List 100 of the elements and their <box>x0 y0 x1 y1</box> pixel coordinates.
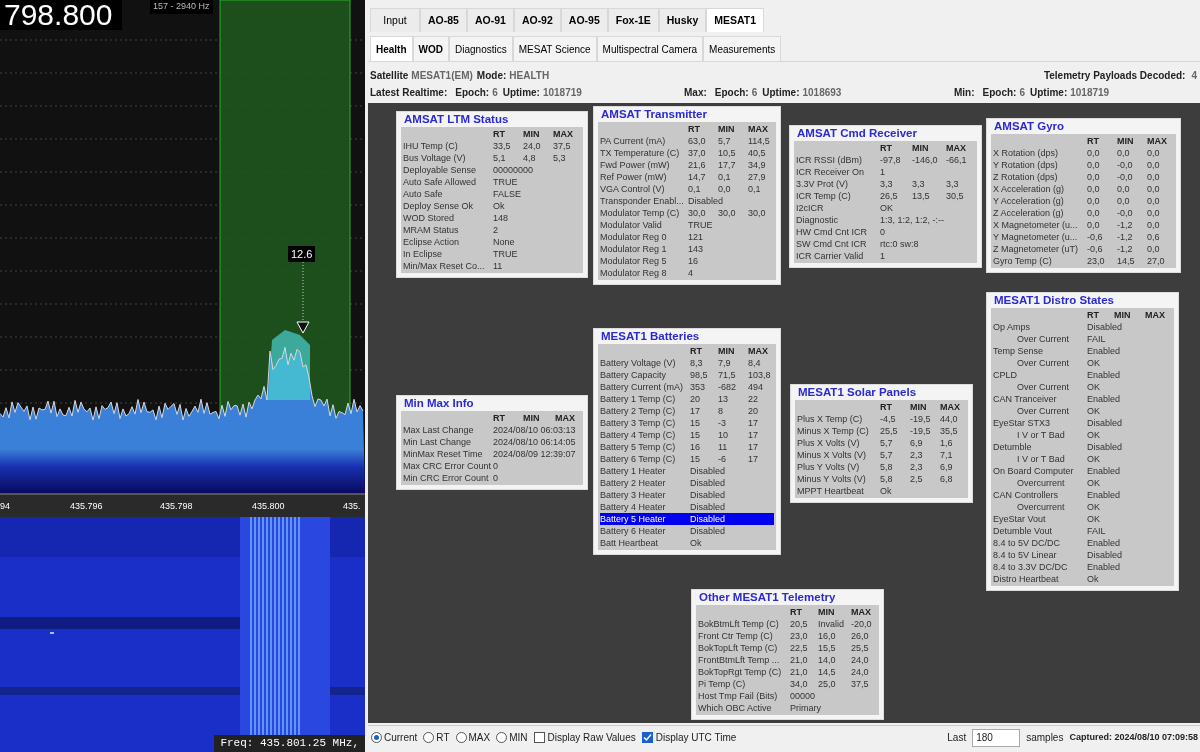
satellite-tab[interactable]: AO-95 <box>560 8 608 32</box>
table-row[interactable]: Pi Temp (C) 34,0 25,0 37,5 <box>698 678 877 690</box>
table-row[interactable]: ICR Temp (C) 26,5 13,5 30,5 <box>796 190 975 202</box>
table-row[interactable]: I2cICR OK <box>796 202 975 214</box>
table-row[interactable]: Auto Safe Allowed TRUE <box>403 176 581 188</box>
table-row[interactable]: Battery 4 Heater Disabled <box>600 501 774 513</box>
table-row[interactable]: Battery 6 Heater Disabled <box>600 525 774 537</box>
table-row[interactable]: CAN Controllers Enabled <box>993 489 1172 501</box>
satellite-tab[interactable]: AO-91 <box>466 8 514 32</box>
table-row[interactable]: Front Ctr Temp (C) 23,0 16,0 26,0 <box>698 630 877 642</box>
table-row[interactable]: Min/Max Reset Co... 11 <box>403 260 581 272</box>
table-row[interactable]: Y Magnetometer (u... -0,6 -1,2 0,6 <box>993 231 1174 243</box>
view-tab[interactable]: Diagnostics <box>449 36 513 61</box>
table-row[interactable]: Distro Heartbeat Ok <box>993 573 1172 585</box>
table-row[interactable]: Y Acceleration (g) 0,0 0,0 0,0 <box>993 195 1174 207</box>
table-row[interactable]: In Eclipse TRUE <box>403 248 581 260</box>
table-row[interactable]: X Acceleration (g) 0,0 0,0 0,0 <box>993 183 1174 195</box>
table-row[interactable]: BokTopLft Temp (C) 22,5 15,5 25,5 <box>698 642 877 654</box>
table-row[interactable]: Overcurrent OK <box>993 501 1172 513</box>
table-row[interactable]: I V or T Bad OK <box>993 453 1172 465</box>
table-row[interactable]: Plus Y Volts (V) 5,8 2,3 6,9 <box>797 461 966 473</box>
table-row[interactable]: ICR RSSI (dBm) -97,8 -146,0 -66,1 <box>796 154 975 166</box>
satellite-tab[interactable]: MESAT1 <box>706 8 765 32</box>
view-tab[interactable]: Health <box>370 36 413 61</box>
table-row[interactable]: WOD Stored 148 <box>403 212 581 224</box>
table-row[interactable]: Min Last Change 2024/08/10 06:14:05 <box>403 436 581 448</box>
table-row[interactable]: Ref Power (mW) 14,7 0,1 27,9 <box>600 171 774 183</box>
table-row[interactable]: FrontBtmLft Temp ... 21,0 14,0 24,0 <box>698 654 877 666</box>
table-row[interactable]: Y Rotation (dps) 0,0 -0,0 0,0 <box>993 159 1174 171</box>
table-row[interactable]: Auto Safe FALSE <box>403 188 581 200</box>
table-row[interactable]: Battery 6 Temp (C) 15 -6 17 <box>600 453 774 465</box>
table-row[interactable]: Min CRC Error Count 0 <box>403 472 581 484</box>
table-row[interactable]: Plus X Temp (C) -4,5 -19,5 44,0 <box>797 413 966 425</box>
table-row[interactable]: 3.3V Prot (V) 3,3 3,3 3,3 <box>796 178 975 190</box>
table-row[interactable]: Over Current OK <box>993 381 1172 393</box>
radio-option[interactable]: MIN <box>496 730 528 745</box>
table-row[interactable]: IHU Temp (C) 33,5 24,0 37,5 <box>403 140 581 152</box>
table-row[interactable]: Over Current OK <box>993 405 1172 417</box>
table-row[interactable]: CAN Tranceiver Enabled <box>993 393 1172 405</box>
table-row[interactable]: Battery Current (mA) 353 -682 494 <box>600 381 774 393</box>
satellite-tab[interactable]: AO-85 <box>420 8 467 32</box>
satellite-tab[interactable]: AO-92 <box>513 8 561 32</box>
view-tab[interactable]: WOD <box>412 36 449 61</box>
table-row[interactable]: Eclipse Action None <box>403 236 581 248</box>
table-row[interactable]: ICR Carrier Valid 1 <box>796 250 975 262</box>
table-row[interactable]: Battery 3 Temp (C) 15 -3 17 <box>600 417 774 429</box>
table-row[interactable]: Over Current OK <box>993 357 1172 369</box>
table-row[interactable]: Bus Voltage (V) 5,1 4,8 5,3 <box>403 152 581 164</box>
table-row[interactable]: I V or T Bad OK <box>993 429 1172 441</box>
table-row[interactable]: Z Rotation (dps) 0,0 -0,0 0,0 <box>993 171 1174 183</box>
table-row[interactable]: 8.4 to 5V Linear Disabled <box>993 549 1172 561</box>
table-row[interactable]: Deploy Sense Ok Ok <box>403 200 581 212</box>
radio-option[interactable]: MAX <box>455 730 491 745</box>
table-row[interactable]: Detumble Vout FAIL <box>993 525 1172 537</box>
table-row[interactable]: Overcurrent OK <box>993 477 1172 489</box>
view-tab[interactable]: Measurements <box>703 36 782 61</box>
table-row[interactable]: Detumble Disabled <box>993 441 1172 453</box>
satellite-tab[interactable]: Husky <box>658 8 707 32</box>
radio-option[interactable]: RT <box>423 730 450 745</box>
table-row[interactable]: Battery Capacity 98,5 71,5 103,8 <box>600 369 774 381</box>
table-row[interactable]: BokTopRgt Temp (C) 21,0 14,5 24,0 <box>698 666 877 678</box>
table-row[interactable]: SW Cmd Cnt ICR rtc:0 sw:8 <box>796 238 975 250</box>
table-row[interactable]: Modulator Reg 1 143 <box>600 243 774 255</box>
table-row[interactable]: TX Temperature (C) 37,0 10,5 40,5 <box>600 147 774 159</box>
table-row[interactable]: MPPT Heartbeat Ok <box>797 485 966 497</box>
table-row[interactable]: X Magnetometer (u... 0,0 -1,2 0,0 <box>993 219 1174 231</box>
table-row[interactable]: Minus X Volts (V) 5,7 2,3 7,1 <box>797 449 966 461</box>
table-row[interactable]: MRAM Status 2 <box>403 224 581 236</box>
table-row[interactable]: Max CRC Error Count 0 <box>403 460 581 472</box>
table-row[interactable]: Modulator Valid TRUE <box>600 219 774 231</box>
table-row[interactable]: Gyro Temp (C) 23,0 14,5 27,0 <box>993 255 1174 267</box>
table-row[interactable]: X Rotation (dps) 0,0 0,0 0,0 <box>993 147 1174 159</box>
table-row[interactable]: Battery 5 Heater Disabled <box>600 513 774 525</box>
radio-option[interactable]: Current <box>371 730 418 745</box>
table-row[interactable]: Minus Y Volts (V) 5,8 2,5 6,8 <box>797 473 966 485</box>
table-row[interactable]: Host Tmp Fail (Bits) 00000 <box>698 690 877 702</box>
checkbox-option[interactable]: Display UTC Time <box>641 730 737 745</box>
table-row[interactable]: Modulator Reg 0 121 <box>600 231 774 243</box>
satellite-tab[interactable]: Fox-1E <box>607 8 659 32</box>
table-row[interactable]: Diagnostic 1:3, 1:2, 1:2, -:-- <box>796 214 975 226</box>
table-row[interactable]: PA Current (mA) 63,0 5,7 114,5 <box>600 135 774 147</box>
table-row[interactable]: Minus X Temp (C) 25,5 -19,5 35,5 <box>797 425 966 437</box>
table-row[interactable]: Modulator Reg 8 4 <box>600 267 774 279</box>
table-row[interactable]: MinMax Reset Time 2024/08/09 12:39:07 <box>403 448 581 460</box>
satellite-tab[interactable]: Input <box>370 8 420 32</box>
table-row[interactable]: EyeStar Vout OK <box>993 513 1172 525</box>
table-row[interactable]: Z Magnetometer (uT) -0,6 -1,2 0,0 <box>993 243 1174 255</box>
table-row[interactable]: Battery 5 Temp (C) 16 11 17 <box>600 441 774 453</box>
table-row[interactable]: Temp Sense Enabled <box>993 345 1172 357</box>
table-row[interactable]: Battery 1 Temp (C) 20 13 22 <box>600 393 774 405</box>
table-row[interactable]: Deployable Sense 00000000 <box>403 164 581 176</box>
table-row[interactable]: 8.4 to 5V DC/DC Enabled <box>993 537 1172 549</box>
table-row[interactable]: Battery 1 Heater Disabled <box>600 465 774 477</box>
table-row[interactable]: BokBtmLft Temp (C) 20,5 Invalid -20,0 <box>698 618 877 630</box>
table-row[interactable]: Modulator Temp (C) 30,0 30,0 30,0 <box>600 207 774 219</box>
table-row[interactable]: Battery 2 Heater Disabled <box>600 477 774 489</box>
table-row[interactable]: Battery 2 Temp (C) 17 8 20 <box>600 405 774 417</box>
table-row[interactable]: Which OBC Active Primary <box>698 702 877 714</box>
table-row[interactable]: Battery 3 Heater Disabled <box>600 489 774 501</box>
table-row[interactable]: 8.4 to 3.3V DC/DC Enabled <box>993 561 1172 573</box>
